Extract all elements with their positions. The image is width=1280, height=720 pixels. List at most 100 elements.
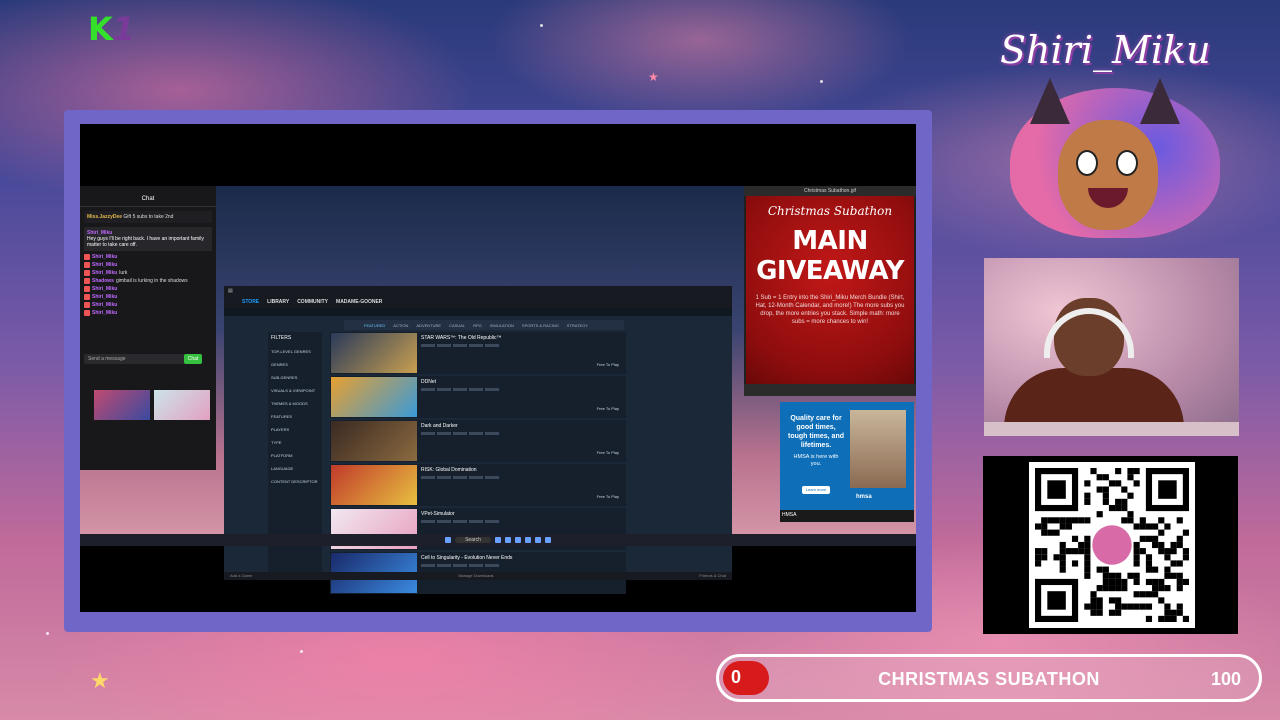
game-tag[interactable] xyxy=(453,432,467,435)
filter-group[interactable]: GENRES xyxy=(271,362,319,367)
avatar-ear xyxy=(1030,78,1070,124)
steam-category-tab[interactable]: ACTION xyxy=(393,323,408,328)
game-tag[interactable] xyxy=(469,388,483,391)
game-tag[interactable] xyxy=(437,388,451,391)
game-title[interactable]: VPet-Simulator xyxy=(421,511,625,517)
star-decoration: ★ xyxy=(648,70,659,84)
filter-group[interactable]: CONTENT DESCRIPTOR xyxy=(271,479,319,484)
game-title[interactable]: Dark and Darker xyxy=(421,423,625,429)
ad-learn-more-button[interactable]: Learn more xyxy=(802,486,830,494)
steam-category-tab[interactable]: SPORTS & RACING xyxy=(522,323,559,328)
game-tag[interactable] xyxy=(469,476,483,479)
filter-group[interactable]: VISUALS & VIEWPOINT xyxy=(271,388,319,393)
giveaway-main-line2: GIVEAWAY xyxy=(756,256,904,286)
game-tag[interactable] xyxy=(453,564,467,567)
game-tag[interactable] xyxy=(437,344,451,347)
game-tag[interactable] xyxy=(453,344,467,347)
filter-group[interactable]: PLAYERS xyxy=(271,427,319,432)
taskbar-search[interactable]: Search xyxy=(455,537,491,543)
game-tag[interactable] xyxy=(421,564,435,567)
game-title[interactable]: Cell to Singularity - Evolution Never En… xyxy=(421,555,625,561)
app-icon[interactable] xyxy=(504,537,511,543)
game-tag[interactable] xyxy=(421,432,435,435)
filter-group[interactable]: TOP-LEVEL GENRES xyxy=(271,349,319,354)
steam-category-tab[interactable]: RPG xyxy=(473,323,482,328)
app-icon[interactable] xyxy=(524,537,531,543)
game-tag[interactable] xyxy=(485,432,499,435)
game-tag[interactable] xyxy=(437,476,451,479)
star-decoration: ★ xyxy=(90,668,110,693)
steam-category-tab[interactable]: STRATEGY xyxy=(567,323,588,328)
game-row[interactable]: RISK: Global Domination Free To Play xyxy=(330,464,626,506)
game-tag[interactable] xyxy=(437,520,451,523)
game-tag[interactable] xyxy=(437,564,451,567)
game-tag[interactable] xyxy=(437,432,451,435)
app-icon[interactable] xyxy=(534,537,541,543)
steam-menu-icon[interactable]: ▤ xyxy=(228,288,233,294)
steam-category-tab[interactable]: ADVENTURE xyxy=(416,323,441,328)
game-tag[interactable] xyxy=(485,520,499,523)
game-tag[interactable] xyxy=(485,388,499,391)
steam-nav-item[interactable]: STORE xyxy=(242,299,259,305)
game-tag[interactable] xyxy=(453,388,467,391)
game-row[interactable]: Dark and Darker Free To Play xyxy=(330,420,626,462)
game-row[interactable]: STAR WARS™: The Old Republic™ Free To Pla… xyxy=(330,332,626,374)
chat-username[interactable]: Shiri_Miku xyxy=(92,310,117,316)
game-tag[interactable] xyxy=(421,388,435,391)
game-tag[interactable] xyxy=(469,432,483,435)
game-tag[interactable] xyxy=(421,476,435,479)
chat-input[interactable]: Send a message xyxy=(84,354,200,364)
chat-username[interactable]: Shiri_Miku xyxy=(92,302,117,308)
game-title[interactable]: DDNet xyxy=(421,379,625,385)
filter-group[interactable]: PLATFORM xyxy=(271,453,319,458)
game-tag[interactable] xyxy=(469,564,483,567)
game-tag[interactable] xyxy=(485,564,499,567)
chat-username[interactable]: Shiri_Miku xyxy=(92,254,117,260)
steam-nav-item[interactable]: COMMUNITY xyxy=(297,299,328,305)
filter-group[interactable]: TYPE xyxy=(271,440,319,445)
chat-send-button[interactable]: Chat xyxy=(184,354,202,364)
game-title[interactable]: RISK: Global Domination xyxy=(421,467,625,473)
add-game-button[interactable]: Add a Game xyxy=(230,572,252,580)
streamer-avatar xyxy=(1000,78,1230,248)
thumbnail[interactable] xyxy=(154,390,210,420)
game-tag[interactable] xyxy=(453,520,467,523)
game-tag[interactable] xyxy=(421,344,435,347)
app-icon[interactable] xyxy=(494,537,501,543)
chat-username[interactable]: Shiri_Miku xyxy=(92,270,117,276)
game-tag[interactable] xyxy=(469,520,483,523)
game-tag[interactable] xyxy=(485,344,499,347)
steam-nav-item[interactable]: LIBRARY xyxy=(267,299,289,305)
app-icon[interactable] xyxy=(544,537,551,543)
game-tag[interactable] xyxy=(469,344,483,347)
game-tag[interactable] xyxy=(453,476,467,479)
chat-username[interactable]: Shiri_Miku xyxy=(92,262,117,268)
app-icon[interactable] xyxy=(514,537,521,543)
game-row[interactable]: DDNet Free To Play xyxy=(330,376,626,418)
game-capsule-image[interactable] xyxy=(331,465,417,505)
ad-body[interactable]: Quality care for good times, tough times… xyxy=(780,402,914,510)
filter-group[interactable]: THEMES & MOODS xyxy=(271,401,319,406)
chat-username[interactable]: Shiri_Miku xyxy=(92,286,117,292)
game-capsule-image[interactable] xyxy=(331,333,417,373)
friends-chat-button[interactable]: Friends & Chat xyxy=(699,572,726,580)
chat-username[interactable]: Shadows xyxy=(92,278,114,284)
game-tag[interactable] xyxy=(421,520,435,523)
manage-downloads-button[interactable]: Manage Downloads xyxy=(458,572,493,580)
steam-category-tab[interactable]: CASUAL xyxy=(449,323,465,328)
game-tag[interactable] xyxy=(485,476,499,479)
steam-category-tab[interactable]: SIMULATION xyxy=(490,323,514,328)
ad-subline: HMSA is here with you. xyxy=(793,454,839,467)
game-capsule-image[interactable] xyxy=(331,377,417,417)
filter-group[interactable]: LANGUAGE xyxy=(271,466,319,471)
steam-category-tab[interactable]: FEATURED xyxy=(364,323,385,328)
game-title[interactable]: STAR WARS™: The Old Republic™ xyxy=(421,335,625,341)
chat-username[interactable]: Shiri_Miku xyxy=(92,294,117,300)
filter-group[interactable]: SUB-GENRES xyxy=(271,375,319,380)
thumbnail[interactable] xyxy=(94,390,150,420)
start-icon[interactable] xyxy=(445,537,452,543)
filter-group[interactable]: FEATURES xyxy=(271,414,319,419)
chat-message: Shiri_Miku xyxy=(80,261,216,269)
game-capsule-image[interactable] xyxy=(331,421,417,461)
steam-nav-item[interactable]: MADAME-GOONER xyxy=(336,299,382,305)
